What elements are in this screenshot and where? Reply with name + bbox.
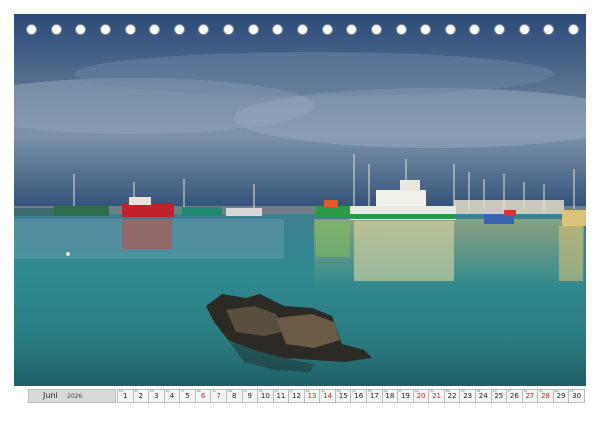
day-cell: Sa 13 (303, 389, 321, 403)
binding-hole (297, 24, 308, 35)
day-cell: Fr 26 (506, 389, 523, 403)
day-cell: Di 23 (459, 389, 476, 403)
spiral-binding (14, 24, 586, 40)
binding-hole (568, 24, 579, 35)
day-number: 13 (307, 392, 317, 400)
day-number: 16 (354, 392, 364, 400)
day-number: 25 (494, 392, 504, 400)
binding-hole (420, 24, 432, 35)
binding-hole (494, 24, 506, 35)
binding-hole (149, 24, 161, 35)
day-number: 26 (509, 392, 519, 400)
binding-hole (395, 24, 407, 35)
day-cell: Sa 6 (194, 389, 212, 403)
day-cell: Mo 8 (225, 389, 243, 403)
day-number: 9 (247, 392, 253, 400)
day-cell: Mo 22 (443, 389, 461, 403)
day-number: 12 (292, 392, 301, 400)
day-cell: Mo 15 (334, 389, 352, 403)
day-cell: Fr 12 (288, 389, 305, 403)
month-label: Juni (43, 391, 58, 400)
day-number: 6 (200, 392, 206, 400)
day-number: 21 (432, 392, 441, 400)
day-number: 17 (369, 392, 379, 400)
binding-hole (321, 24, 333, 35)
day-number: 2 (138, 392, 144, 400)
day-cell: Mi 24 (474, 389, 492, 403)
day-cell: Di 16 (350, 389, 367, 403)
calendar-photo (14, 14, 586, 386)
binding-hole (518, 24, 530, 35)
binding-hole (198, 24, 210, 35)
binding-hole (346, 24, 358, 35)
day-number: 27 (525, 392, 535, 400)
day-cell: Mo 1 (117, 389, 134, 403)
day-number: 23 (463, 392, 473, 400)
day-number: 30 (572, 392, 582, 400)
day-number: 15 (338, 392, 348, 400)
day-cell: So 21 (428, 389, 445, 403)
day-number: 18 (385, 392, 395, 400)
harbor-photo (14, 14, 586, 386)
day-cell: Do 18 (381, 389, 399, 403)
day-number: 28 (541, 392, 550, 400)
day-cell: Do 25 (490, 389, 508, 403)
day-number: 20 (416, 392, 426, 400)
binding-hole (99, 24, 111, 35)
binding-hole (50, 24, 62, 35)
binding-hole (26, 24, 37, 35)
day-number: 5 (185, 392, 190, 400)
binding-hole (469, 24, 481, 35)
day-grid: Mo 1 Di 2 Mi 3 Do 4 Fr 5 Sa 6 So 7 Mo 8 Di 9 Mi 10 Do 11 Fr 12 S… (117, 389, 585, 403)
binding-hole (75, 24, 87, 35)
day-number: 4 (169, 392, 175, 400)
day-number: 29 (556, 392, 566, 400)
day-cell: Sa 20 (412, 389, 430, 403)
day-cell: Di 2 (132, 389, 150, 403)
day-cell: Mi 10 (257, 389, 274, 403)
binding-hole (247, 24, 259, 35)
day-cell: So 28 (537, 389, 554, 403)
day-number: 24 (478, 392, 488, 400)
day-cell: Do 4 (163, 389, 181, 403)
day-cell: Di 30 (568, 389, 585, 403)
buoy (66, 252, 70, 256)
day-cell: Do 11 (272, 389, 290, 403)
binding-hole (543, 24, 555, 35)
binding-hole (223, 24, 235, 35)
day-cell: Mi 3 (148, 389, 165, 403)
binding-hole (173, 24, 185, 35)
day-cell: Mi 17 (366, 389, 383, 403)
day-cell: Sa 27 (521, 389, 539, 403)
day-cell: So 7 (210, 389, 227, 403)
day-cell: Fr 19 (397, 389, 414, 403)
day-number: 7 (216, 392, 221, 400)
calendar-strip: Juni 2026 Mo 1 Di 2 Mi 3 Do 4 Fr 5 Sa 6 So 7 Mo 8 Di 9 Mi 1… (14, 389, 586, 403)
day-cell: Di 9 (241, 389, 259, 403)
day-number: 22 (447, 392, 457, 400)
binding-hole (272, 24, 284, 35)
day-number: 19 (400, 392, 410, 400)
day-cell: Mo 29 (552, 389, 570, 403)
month-box: Juni 2026 (28, 389, 116, 403)
binding-hole (444, 24, 456, 35)
year-label: 2026 (67, 393, 83, 400)
binding-hole (124, 24, 136, 35)
binding-hole (370, 24, 382, 35)
day-number: 1 (123, 392, 128, 400)
day-number: 14 (323, 392, 333, 400)
day-number: 3 (154, 392, 159, 400)
day-number: 11 (276, 392, 286, 400)
day-cell: Fr 5 (179, 389, 196, 403)
day-cell: So 14 (319, 389, 336, 403)
day-number: 10 (260, 392, 270, 400)
day-number: 8 (231, 392, 237, 400)
